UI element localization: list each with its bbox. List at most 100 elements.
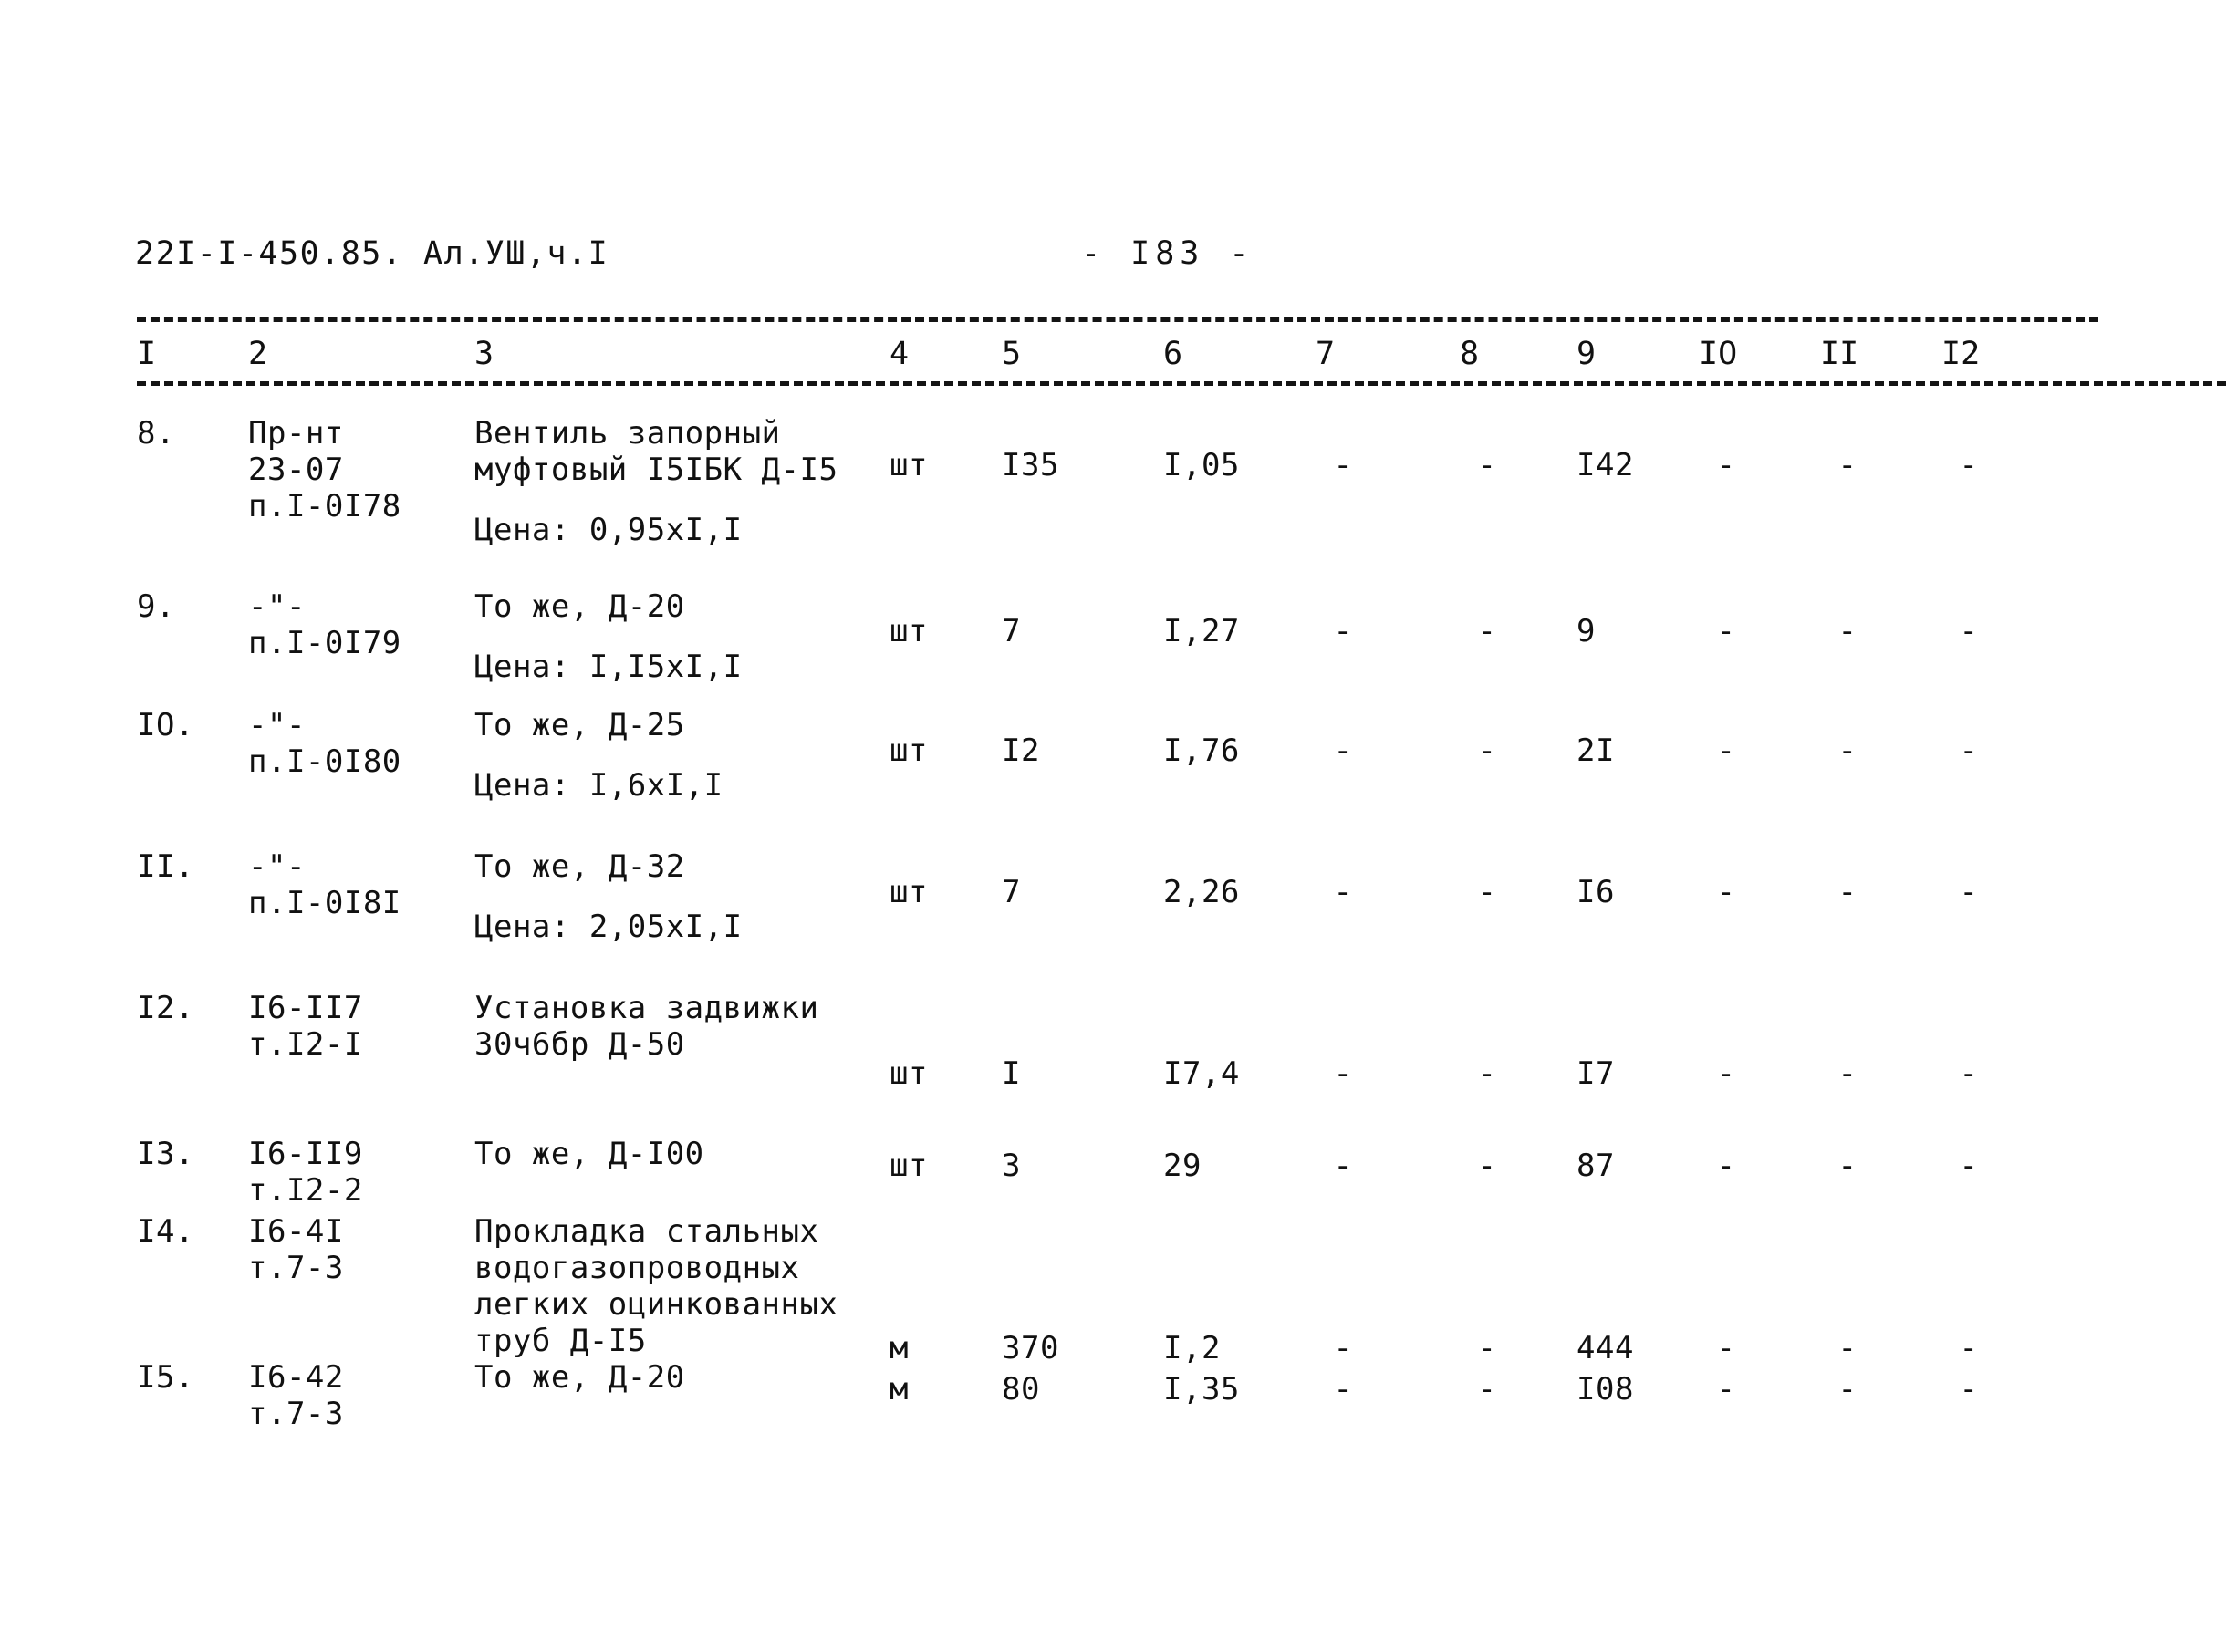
row-col-11: - [1837, 1330, 1858, 1366]
row-price-note: Цена: I,6хI,I [474, 767, 723, 804]
row-code-line: Пр-нт [248, 415, 344, 452]
row-unit: шт [890, 874, 928, 910]
row-price-note: Цена: 0,95хI,I [474, 512, 743, 548]
row-col-11: - [1837, 732, 1858, 769]
row-code-line: т.7-3 [248, 1250, 344, 1286]
row-col-8: - [1477, 1055, 1497, 1092]
row-code: I6-4I т.7-3 [248, 1213, 458, 1286]
row-col-11: - [1837, 1055, 1858, 1092]
page-number: - I83 - [1081, 235, 1254, 272]
row-col-7: - [1333, 874, 1353, 910]
row-quantity: 80 [1002, 1371, 1040, 1408]
row-col-6: I,27 [1163, 613, 1240, 649]
row-quantity: I35 [1002, 447, 1059, 483]
row-col-9: I6 [1577, 874, 1615, 910]
row-code: -"- п.I-0I79 [248, 588, 458, 661]
row-col-11: - [1837, 874, 1858, 910]
row-col-9: I08 [1577, 1371, 1634, 1408]
row-code-line: п.I-0I79 [248, 625, 401, 661]
row-col-12: - [1959, 1055, 1979, 1092]
row-col-7: - [1333, 1055, 1353, 1092]
row-unit: м [890, 1371, 909, 1408]
row-col-8: - [1477, 1330, 1497, 1366]
column-header-2: 2 [248, 336, 268, 372]
row-code: -"- п.I-0I8I [248, 848, 458, 921]
row-description-line: легких оцинкованных [474, 1286, 838, 1323]
row-code-line: т.7-3 [248, 1396, 344, 1432]
row-col-6: 29 [1163, 1148, 1202, 1184]
row-number: I4. [137, 1213, 194, 1250]
row-code: I6-II7 т.I2-I [248, 990, 458, 1063]
row-col-7: - [1333, 1330, 1353, 1366]
column-header-5: 5 [1002, 336, 1022, 372]
column-header-9: 9 [1577, 336, 1597, 372]
row-col-7: - [1333, 1371, 1353, 1408]
row-col-10: - [1716, 1148, 1736, 1184]
row-col-12: - [1959, 1148, 1979, 1184]
row-unit: шт [890, 613, 928, 649]
row-price-note: Цена: I,I5хI,I [474, 649, 743, 685]
row-col-9: 444 [1577, 1330, 1634, 1366]
row-quantity: 7 [1002, 874, 1021, 910]
column-header-4: 4 [890, 336, 910, 372]
row-col-10: - [1716, 732, 1736, 769]
row-number: I3. [137, 1136, 194, 1172]
row-unit: шт [890, 1055, 928, 1092]
row-quantity: 7 [1002, 613, 1021, 649]
row-code-line: т.I2-2 [248, 1172, 363, 1209]
row-col-12: - [1959, 732, 1979, 769]
row-col-11: - [1837, 613, 1858, 649]
row-code: -"- п.I-0I80 [248, 707, 458, 780]
column-header-1: I [137, 336, 157, 372]
row-code-line: п.I-0I80 [248, 743, 401, 780]
row-col-6: I,35 [1163, 1371, 1240, 1408]
row-code-line: I6-II9 [248, 1136, 363, 1172]
row-col-8: - [1477, 1148, 1497, 1184]
row-number: I5. [137, 1359, 194, 1396]
row-col-6: 2,26 [1163, 874, 1240, 910]
row-code: I6-42 т.7-3 [248, 1359, 458, 1432]
row-col-9: 87 [1577, 1148, 1615, 1184]
column-header-11: II [1820, 336, 1859, 372]
row-col-9: 2I [1577, 732, 1615, 769]
row-col-7: - [1333, 1148, 1353, 1184]
row-number: I2. [137, 990, 194, 1026]
column-header-3: 3 [474, 336, 494, 372]
row-description-line: водогазопроводных [474, 1250, 800, 1286]
row-col-8: - [1477, 732, 1497, 769]
row-col-6: I,05 [1163, 447, 1240, 483]
row-col-7: - [1333, 732, 1353, 769]
row-col-10: - [1716, 1055, 1736, 1092]
row-code: Пр-нт 23-07 п.I-0I78 [248, 415, 458, 525]
row-quantity: 3 [1002, 1148, 1021, 1184]
row-code-line: п.I-0I78 [248, 488, 401, 525]
row-unit: шт [890, 1148, 928, 1184]
row-code-line: -"- [248, 848, 306, 885]
row-col-11: - [1837, 1371, 1858, 1408]
column-header-8: 8 [1460, 336, 1480, 372]
row-quantity: I2 [1002, 732, 1040, 769]
row-code-line: I6-42 [248, 1359, 344, 1396]
row-col-12: - [1959, 447, 1979, 483]
row-code-line: т.I2-I [248, 1026, 363, 1063]
row-code-line: I6-II7 [248, 990, 363, 1026]
row-col-12: - [1959, 613, 1979, 649]
row-col-10: - [1716, 1371, 1736, 1408]
row-code-line: 23-07 [248, 452, 344, 488]
row-col-9: 9 [1577, 613, 1596, 649]
row-col-6: I,2 [1163, 1330, 1221, 1366]
row-quantity: I [1002, 1055, 1021, 1092]
document-header-code: 22I-I-450.85. Ал.УШ,ч.I [135, 235, 609, 272]
row-code-line: I6-4I [248, 1213, 344, 1250]
row-description-line: Установка задвижки [474, 990, 819, 1026]
table-rule-top [137, 317, 2098, 322]
row-col-12: - [1959, 1371, 1979, 1408]
row-col-7: - [1333, 447, 1353, 483]
row-col-9: I42 [1577, 447, 1634, 483]
document-page: 22I-I-450.85. Ал.УШ,ч.I - I83 - I2345678… [0, 0, 2227, 1652]
row-col-10: - [1716, 874, 1736, 910]
row-col-12: - [1959, 874, 1979, 910]
row-code-line: -"- [248, 707, 306, 743]
row-col-6: I,76 [1163, 732, 1240, 769]
row-unit: шт [890, 447, 928, 483]
